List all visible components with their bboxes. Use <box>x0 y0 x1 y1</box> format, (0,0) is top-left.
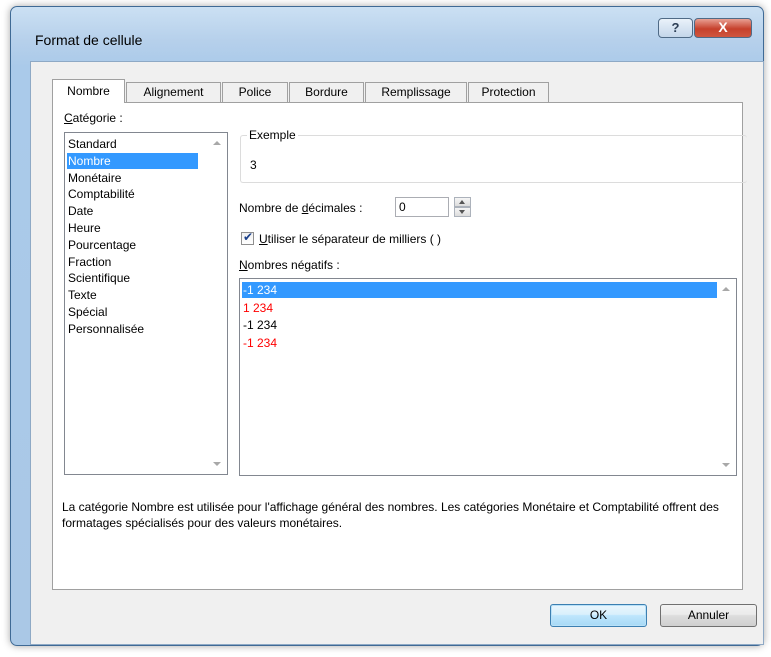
category-label: Catégorie : <box>64 111 123 125</box>
category-item[interactable]: Scientifique <box>67 270 198 286</box>
tab-bordure[interactable]: Bordure <box>289 82 364 102</box>
category-item[interactable]: Date <box>67 203 198 219</box>
negative-format-item[interactable]: 1 234 <box>242 300 717 316</box>
scroll-down-icon[interactable] <box>213 462 221 466</box>
decimals-input[interactable]: 0 <box>395 197 449 217</box>
close-button[interactable]: X <box>694 18 752 38</box>
category-item[interactable]: Comptabilité <box>67 186 198 202</box>
decimals-increment[interactable] <box>454 197 471 207</box>
category-item[interactable]: Spécial <box>67 304 198 320</box>
category-item[interactable]: Pourcentage <box>67 237 198 253</box>
help-button[interactable]: ? <box>658 18 693 38</box>
decimals-decrement[interactable] <box>454 207 471 217</box>
category-list[interactable]: Standard Nombre Monétaire Comptabilité Date H… <box>64 132 228 475</box>
category-item[interactable]: Nombre <box>67 152 198 169</box>
dialog-client-area: Nombre Alignement Police Bordure Remplis… <box>30 61 764 645</box>
category-description: La catégorie Nombre est utilisée pour l'… <box>62 500 719 530</box>
checkmark-icon: ✔ <box>243 230 254 244</box>
spin-down-icon <box>459 210 465 214</box>
scroll-down-icon[interactable] <box>722 463 730 467</box>
dialog-window: Format de cellule ? X Nombre Alignement … <box>10 6 764 646</box>
scroll-up-icon[interactable] <box>722 287 730 291</box>
category-item[interactable]: Texte <box>67 287 198 303</box>
tab-nombre[interactable]: Nombre <box>52 79 125 103</box>
scroll-up-icon[interactable] <box>213 141 221 145</box>
thousands-label[interactable]: Utiliser le séparateur de milliers ( ) <box>259 232 441 246</box>
cancel-button[interactable]: Annuler <box>660 604 757 627</box>
ok-button[interactable]: OK <box>550 604 647 627</box>
help-icon: ? <box>671 20 680 35</box>
tab-alignement[interactable]: Alignement <box>126 82 221 102</box>
negative-format-item[interactable]: -1 234 <box>242 317 717 333</box>
category-item[interactable]: Heure <box>67 220 198 236</box>
spin-up-icon <box>459 200 465 204</box>
negatives-label: Nombres négatifs : <box>239 258 340 272</box>
category-item[interactable]: Standard <box>67 136 198 152</box>
sample-group: Exemple 3 <box>240 128 747 183</box>
nombre-tab-panel: Catégorie : Standard Nombre Monétaire Compt… <box>52 102 747 590</box>
category-item[interactable]: Monétaire <box>67 170 198 186</box>
tab-police[interactable]: Police <box>222 82 288 102</box>
decimals-label: Nombre de décimales : <box>239 201 363 215</box>
negative-format-item[interactable]: -1 234 <box>242 282 717 298</box>
window-title: Format de cellule <box>35 32 143 48</box>
tab-remplissage[interactable]: Remplissage <box>365 82 467 102</box>
category-item[interactable]: Fraction <box>67 254 198 270</box>
thousands-checkbox[interactable]: ✔ <box>241 230 254 245</box>
sample-value: 3 <box>250 158 257 172</box>
negatives-list[interactable]: -1 234 1 234 -1 234 -1 234 <box>239 278 737 476</box>
category-scrollbar[interactable] <box>210 133 227 474</box>
negatives-scrollbar[interactable] <box>719 279 736 475</box>
category-item[interactable]: Personnalisée <box>67 321 198 337</box>
close-icon: X <box>718 19 728 35</box>
tab-protection[interactable]: Protection <box>468 82 549 102</box>
sample-title: Exemple <box>247 128 298 142</box>
negative-format-item[interactable]: -1 234 <box>242 335 717 351</box>
